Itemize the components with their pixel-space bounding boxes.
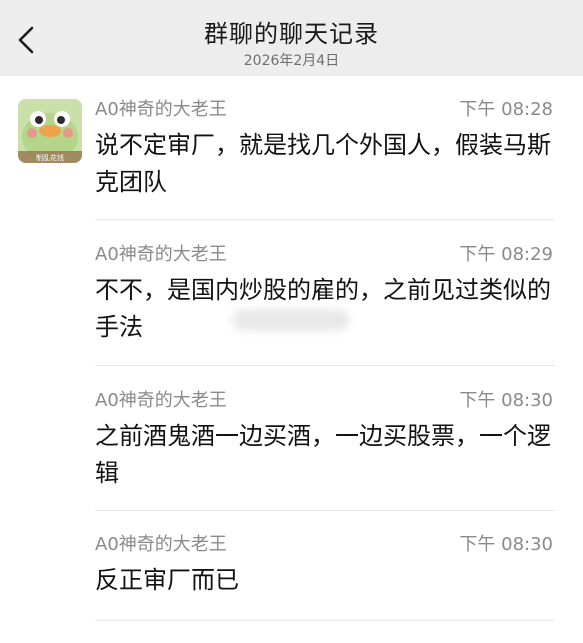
message-sender: A0神奇的大老王 bbox=[95, 534, 227, 555]
message-text: 反正审厂而已 bbox=[95, 566, 239, 594]
chat-date: 2026年2月4日 bbox=[243, 53, 340, 69]
duck-avatar-icon: 制乱花钱 bbox=[18, 99, 82, 163]
message-time: 下午 08:28 bbox=[459, 99, 553, 120]
blurred-region bbox=[232, 309, 350, 331]
message-text: 之前酒鬼酒一边买酒，一边买股票，一个逻辑 bbox=[95, 422, 551, 487]
message-sender: A0神奇的大老王 bbox=[95, 390, 227, 411]
divider bbox=[95, 365, 555, 366]
message-time: 下午 08:30 bbox=[459, 534, 553, 555]
divider bbox=[95, 510, 555, 511]
divider bbox=[95, 620, 555, 621]
message-item[interactable]: A0神奇的大老王 下午 08:28 说不定审厂，就是找几个外国人，假装马斯克团队 bbox=[95, 95, 555, 215]
message-item[interactable]: A0神奇的大老王 下午 08:30 反正审厂而已 bbox=[95, 530, 555, 630]
message-list[interactable]: 制乱花钱 A0神奇的大老王 下午 08:28 说不定审厂，就是找几个外国人，假装… bbox=[0, 76, 583, 643]
divider bbox=[95, 219, 555, 220]
message-item[interactable]: A0神奇的大老王 下午 08:29 不不，是国内炒股的雇的，之前见过类似的手法 bbox=[95, 240, 555, 360]
avatar-caption: 制乱花钱 bbox=[36, 153, 64, 162]
message-item[interactable]: A0神奇的大老王 下午 08:30 之前酒鬼酒一边买酒，一边买股票，一个逻辑 bbox=[95, 386, 555, 506]
message-sender: A0神奇的大老王 bbox=[95, 244, 227, 265]
avatar[interactable]: 制乱花钱 bbox=[18, 99, 82, 163]
message-sender: A0神奇的大老王 bbox=[95, 99, 227, 120]
page-title: 群聊的聊天记录 bbox=[204, 20, 379, 48]
header-bar: 群聊的聊天记录 2026年2月4日 bbox=[0, 0, 583, 76]
message-time: 下午 08:30 bbox=[459, 390, 553, 411]
message-time: 下午 08:29 bbox=[459, 244, 553, 265]
message-text: 说不定审厂，就是找几个外国人，假装马斯克团队 bbox=[95, 131, 551, 196]
